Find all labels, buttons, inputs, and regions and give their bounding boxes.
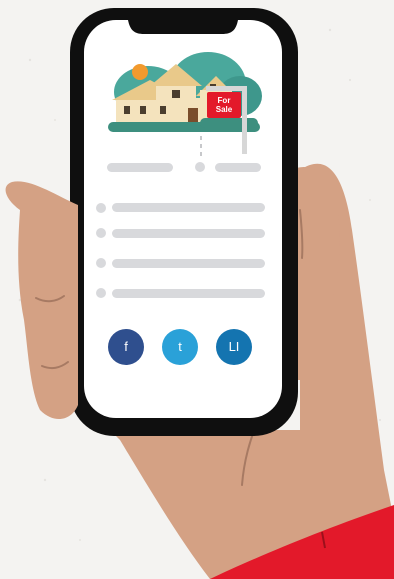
twitter-share-button[interactable]: t [162, 329, 198, 365]
separator-dot [195, 162, 205, 172]
list-line-placeholder [112, 259, 265, 268]
linkedin-share-button[interactable]: LI [216, 329, 252, 365]
sale-sign-line1: For [217, 96, 231, 105]
facebook-share-button[interactable]: f [108, 329, 144, 365]
list-bullet [96, 228, 106, 238]
sale-sign-line2: Sale [215, 105, 233, 114]
sun [132, 64, 148, 80]
list-line-placeholder [112, 203, 265, 212]
list-line-placeholder [112, 289, 265, 298]
list-bullet [96, 258, 106, 268]
sale-sign-post [242, 86, 247, 154]
phone-notch [128, 20, 238, 34]
list-bullet [96, 203, 106, 213]
title-placeholder [107, 163, 173, 172]
sale-sign-arm [206, 86, 246, 91]
subtitle-placeholder [215, 163, 261, 172]
list-line-placeholder [112, 229, 265, 238]
list-bullet [96, 288, 106, 298]
